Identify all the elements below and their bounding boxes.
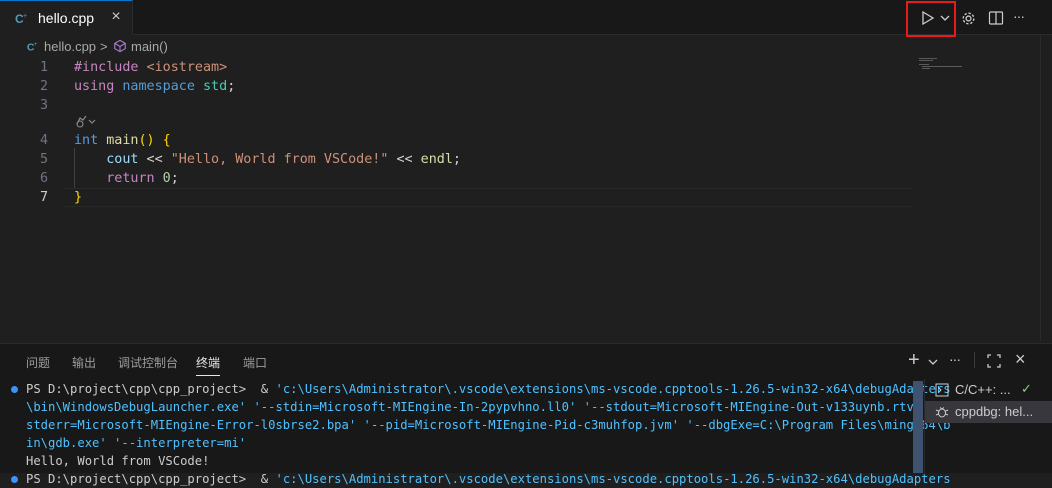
- cpp-file-icon: C +: [15, 12, 27, 26]
- code-line-6[interactable]: return 0;: [74, 171, 179, 186]
- int-keyword: int: [74, 133, 99, 148]
- terminal-line: in\gdb.exe' '--interpreter=mi': [26, 436, 247, 450]
- semicolon: ;: [170, 171, 179, 186]
- terminal-prompt: PS D:\project\cpp\cpp_project> &: [26, 472, 276, 486]
- line-number: 1: [39, 60, 48, 75]
- line-number: 5: [39, 152, 48, 167]
- close-tab-icon[interactable]: ×: [108, 9, 124, 25]
- command-decoration-icon[interactable]: [11, 476, 18, 483]
- line-number: 7: [39, 190, 48, 205]
- svg-text:+: +: [23, 13, 27, 20]
- maximize-panel-icon[interactable]: [987, 354, 1001, 368]
- split-editor-icon[interactable]: [988, 10, 1004, 26]
- code-editor[interactable]: 1 2 3 4 5 6 7 #include <iostream> using …: [0, 58, 1040, 343]
- include-header: <iostream>: [138, 60, 228, 75]
- breadcrumb-file[interactable]: hello.cpp: [44, 39, 96, 54]
- terminal-tabs-list: C/C++: ... ✓ cppdbg: hel...: [924, 379, 1052, 473]
- debug-icon: [935, 407, 949, 418]
- terminal-prompt: PS D:\project\cpp\cpp_project> &: [26, 382, 276, 396]
- more-icon[interactable]: ···: [1013, 8, 1025, 24]
- cout-identifier: cout: [106, 152, 139, 167]
- check-icon: ✓: [1021, 381, 1032, 396]
- std-namespace: std: [194, 79, 228, 94]
- tab-output[interactable]: 输出: [72, 354, 96, 371]
- stream-operator: <<: [138, 152, 171, 167]
- terminal-line: Hello, World from VSCode!: [26, 454, 210, 468]
- terminal-output[interactable]: PS D:\project\cpp\cpp_project> & 'c:\Use…: [0, 380, 951, 486]
- open-brace: {: [154, 133, 171, 148]
- string-literal: "Hello, World from VSCode!": [170, 152, 389, 167]
- code-line-4[interactable]: int main() {: [74, 133, 171, 148]
- number-literal: 0: [154, 171, 171, 186]
- gear-icon[interactable]: [960, 10, 977, 27]
- svg-text:+: +: [34, 41, 38, 48]
- terminal-icon: [935, 383, 949, 397]
- run-button-group[interactable]: [906, 1, 956, 37]
- chevron-down-icon[interactable]: [940, 14, 950, 22]
- return-keyword: return: [106, 171, 155, 186]
- close-brace: }: [74, 190, 83, 205]
- tab-title: hello.cpp: [38, 10, 95, 26]
- semicolon: ;: [227, 79, 236, 94]
- terminal-item-label: C/C++: ...: [955, 382, 1011, 397]
- parens: (): [138, 133, 155, 148]
- terminal-item-cppdbg[interactable]: cppdbg: hel...: [925, 401, 1052, 423]
- new-terminal-icon[interactable]: +: [908, 349, 920, 372]
- more-icon[interactable]: ···: [949, 351, 961, 367]
- method-icon: [114, 39, 126, 53]
- line-number: 6: [39, 171, 48, 186]
- breadcrumb: C + hello.cpp > main(): [0, 36, 1052, 58]
- line-number: 3: [39, 98, 48, 113]
- tab-ports[interactable]: 端口: [243, 354, 267, 371]
- tab-hello-cpp[interactable]: C + hello.cpp ×: [0, 0, 133, 35]
- namespace-keyword: namespace: [114, 79, 195, 94]
- terminal-command: 'c:\Users\Administrator\.vscode\extensio…: [275, 472, 951, 486]
- terminal-scrollbar[interactable]: [913, 381, 923, 473]
- codelens-debug-icon[interactable]: [74, 115, 98, 129]
- code-line-7[interactable]: }: [74, 190, 82, 205]
- code-line-5[interactable]: cout << "Hello, World from VSCode!" << e…: [74, 152, 461, 167]
- terminal-item-label: cppdbg: hel...: [955, 404, 1034, 419]
- terminal-command: 'c:\Users\Administrator\.vscode\extensio…: [275, 382, 951, 396]
- endl-identifier: endl: [420, 152, 453, 167]
- tab-debug-console[interactable]: 调试控制台: [118, 354, 178, 371]
- line-number: 4: [39, 133, 48, 148]
- include-directive: #include: [74, 60, 139, 75]
- terminal-line: stderr=Microsoft-MIEngine-Error-l0sbrse2…: [26, 418, 951, 432]
- breadcrumb-symbol[interactable]: main(): [131, 39, 168, 54]
- breadcrumb-separator: >: [100, 39, 108, 54]
- command-decoration-icon[interactable]: [11, 386, 18, 393]
- terminal-line: PS D:\project\cpp\cpp_project> & 'c:\Use…: [26, 380, 951, 398]
- code-line-1[interactable]: #include <iostream>: [74, 60, 227, 75]
- tab-problems[interactable]: 问题: [26, 354, 50, 371]
- editor-tab-bar: [0, 0, 1052, 35]
- code-line-2[interactable]: using namespace std;: [74, 79, 235, 94]
- terminal-item-cpp-build[interactable]: C/C++: ... ✓: [925, 379, 1052, 401]
- main-function: main: [98, 133, 139, 148]
- cpp-file-icon: C +: [27, 41, 38, 53]
- chevron-down-icon[interactable]: [928, 358, 938, 366]
- tab-terminal[interactable]: 终端: [196, 354, 221, 376]
- close-panel-icon[interactable]: ×: [1015, 349, 1026, 370]
- using-keyword: using: [74, 79, 115, 94]
- bottom-panel: 问题 输出 调试控制台 终端 端口 + ··· × PS D:\project\…: [0, 343, 1052, 486]
- divider: [974, 352, 975, 368]
- stream-operator: <<: [388, 152, 421, 167]
- terminal-line: \bin\WindowsDebugLauncher.exe' '--stdin=…: [26, 400, 951, 414]
- editor-scrollbar[interactable]: [1040, 36, 1052, 341]
- semicolon: ;: [452, 152, 461, 167]
- line-number: 2: [39, 79, 48, 94]
- play-icon[interactable]: [920, 10, 936, 26]
